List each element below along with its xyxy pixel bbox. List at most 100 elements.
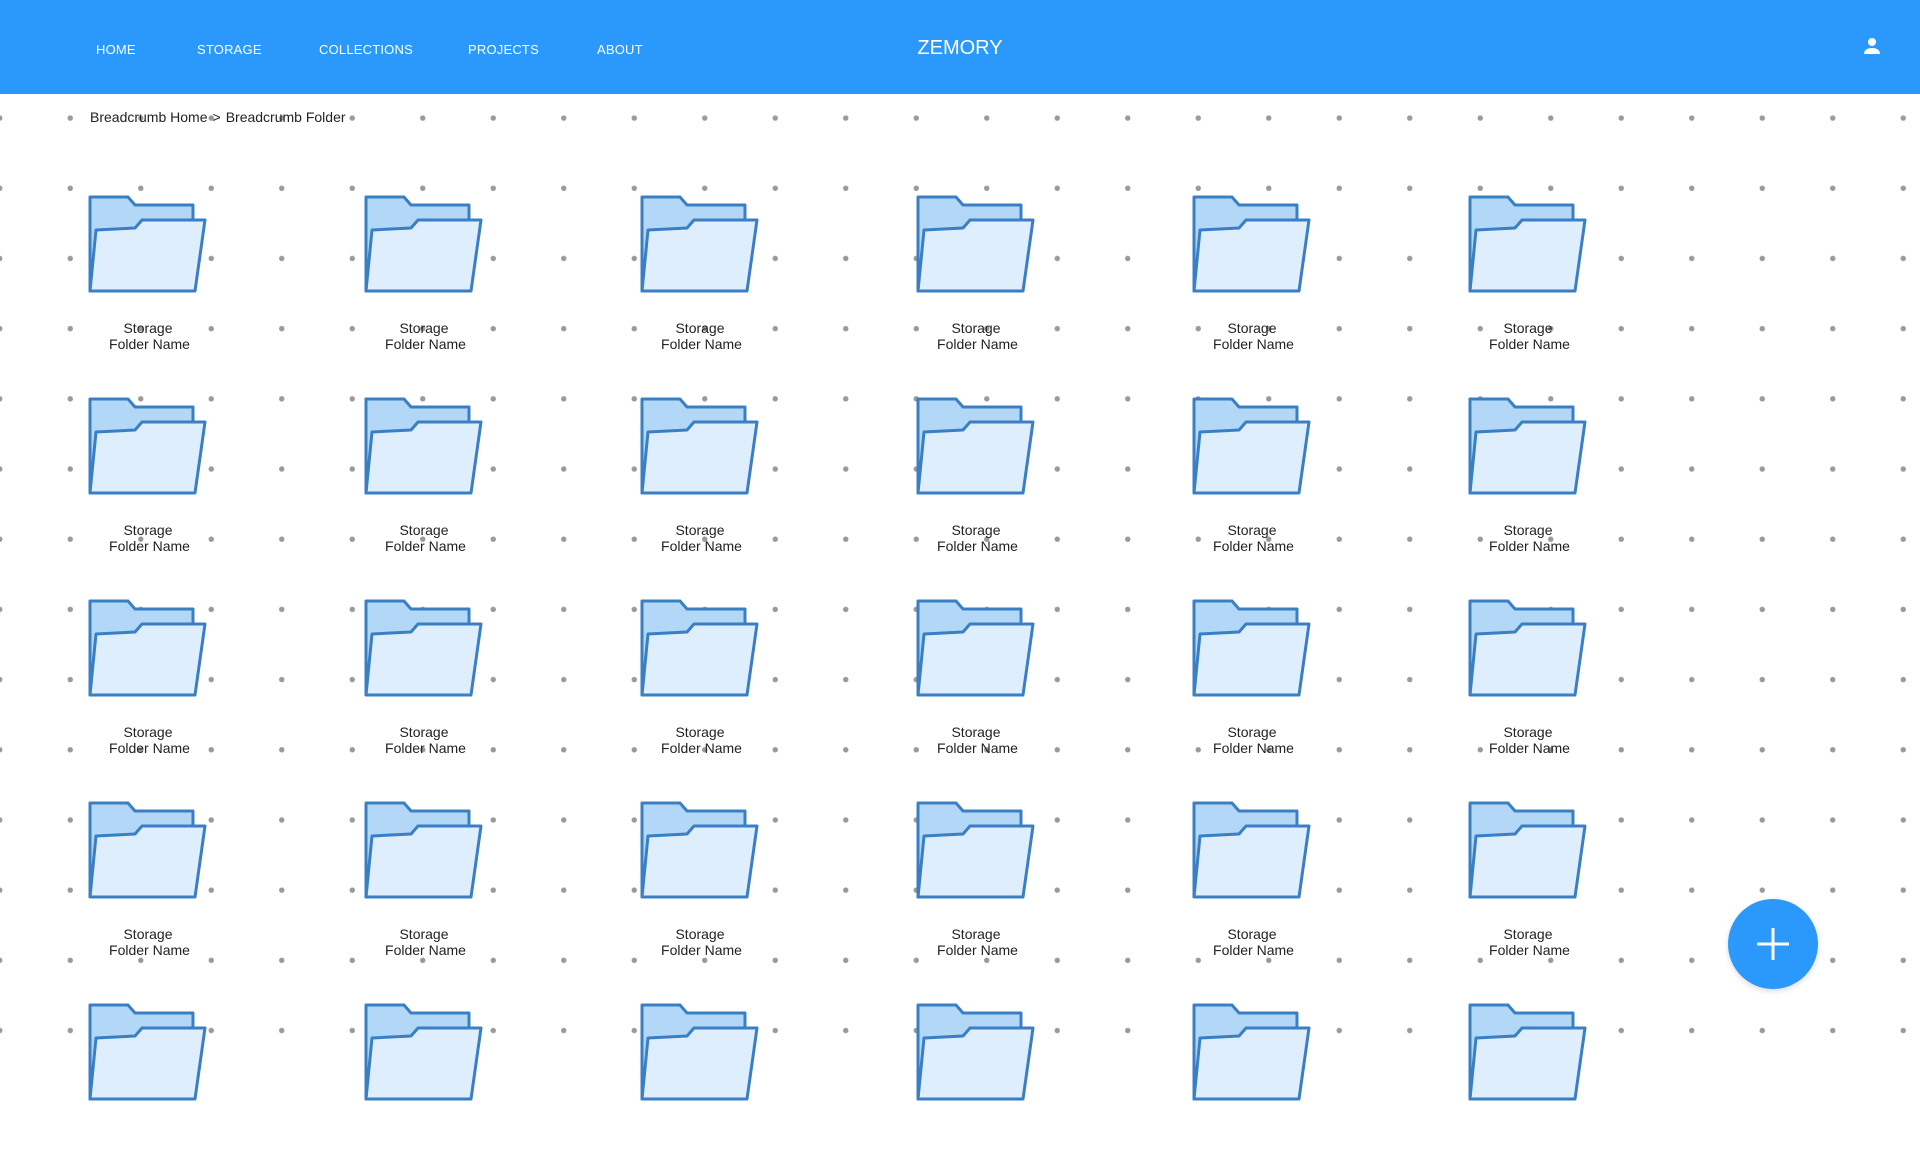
folder-open-icon: [640, 195, 759, 293]
folder-label-line2: Folder Name: [1213, 740, 1294, 756]
folder-label-line2: Folder Name: [661, 740, 742, 756]
folder-open-icon: [1468, 397, 1587, 495]
folder-label-line2: Folder Name: [109, 538, 190, 554]
folder-label-line1: Storage: [1503, 522, 1553, 538]
folder-label: Storage Folder Name: [33, 522, 263, 554]
storage-folder[interactable]: Storage Folder Name: [585, 195, 759, 365]
folder-label-line1: Storage: [951, 522, 1001, 538]
folder-label-line2: Folder Name: [1489, 336, 1570, 352]
folder-label-line1: Storage: [951, 320, 1001, 336]
storage-folder[interactable]: Storage Folder Name: [1413, 195, 1587, 365]
folder-label: Storage Folder Name: [1413, 926, 1643, 958]
folder-open-icon: [1468, 195, 1587, 293]
folder-open-icon: [1192, 397, 1311, 495]
folder-label: Storage Folder Name: [1137, 926, 1367, 958]
folder-label-line2: Folder Name: [109, 336, 190, 352]
folder-label-line2: Folder Name: [661, 942, 742, 958]
storage-folder[interactable]: Storage Folder Name: [309, 397, 483, 567]
folder-open-icon: [88, 1003, 207, 1101]
folder-open-icon: [88, 801, 207, 899]
folder-open-icon: [1192, 1003, 1311, 1101]
storage-folder[interactable]: Storage Folder Name: [585, 397, 759, 567]
folder-label: Storage Folder Name: [585, 926, 815, 958]
storage-folder[interactable]: Storage Folder Name: [861, 397, 1035, 567]
add-button[interactable]: [1728, 899, 1818, 989]
storage-folder[interactable]: Storage Folder Name: [33, 801, 207, 971]
storage-folder[interactable]: Storage Folder Name: [861, 801, 1035, 971]
folder-open-icon: [364, 397, 483, 495]
storage-folder[interactable]: Storage Folder Name: [1137, 397, 1311, 567]
folder-label: Storage Folder Name: [309, 320, 539, 352]
folder-label: Storage Folder Name: [585, 522, 815, 554]
storage-folder[interactable]: [309, 1003, 483, 1173]
folder-label-line1: Storage: [951, 724, 1001, 740]
storage-folder[interactable]: [1413, 1003, 1587, 1173]
folder-label-line2: Folder Name: [1489, 942, 1570, 958]
folder-label-line1: Storage: [1227, 926, 1277, 942]
storage-folder[interactable]: Storage Folder Name: [1137, 195, 1311, 365]
folder-label-line1: Storage: [1227, 320, 1277, 336]
folder-label: Storage Folder Name: [33, 320, 263, 352]
folder-label: Storage Folder Name: [585, 320, 815, 352]
folder-label: Storage Folder Name: [309, 522, 539, 554]
folder-open-icon: [640, 1003, 759, 1101]
storage-folder[interactable]: Storage Folder Name: [309, 195, 483, 365]
storage-folder[interactable]: Storage Folder Name: [309, 599, 483, 769]
folder-open-icon: [88, 599, 207, 697]
folder-label-line2: Folder Name: [661, 538, 742, 554]
storage-folder[interactable]: Storage Folder Name: [1413, 801, 1587, 971]
folder-open-icon: [916, 397, 1035, 495]
folder-label-line1: Storage: [123, 320, 173, 336]
folder-label: Storage Folder Name: [1413, 724, 1643, 756]
storage-folder[interactable]: Storage Folder Name: [585, 801, 759, 971]
folder-label-line2: Folder Name: [385, 336, 466, 352]
storage-folder[interactable]: Storage Folder Name: [33, 397, 207, 567]
storage-folder[interactable]: [861, 1003, 1035, 1173]
folder-label-line1: Storage: [1503, 724, 1553, 740]
folder-open-icon: [916, 1003, 1035, 1101]
folder-open-icon: [640, 397, 759, 495]
folder-label: Storage Folder Name: [861, 320, 1091, 352]
storage-folder[interactable]: Storage Folder Name: [1137, 599, 1311, 769]
folder-label: Storage Folder Name: [1137, 724, 1367, 756]
storage-folder[interactable]: [585, 1003, 759, 1173]
folder-label-line2: Folder Name: [937, 740, 1018, 756]
folder-label-line1: Storage: [951, 926, 1001, 942]
folder-label: Storage Folder Name: [1137, 522, 1367, 554]
folder-label-line1: Storage: [1227, 724, 1277, 740]
folder-open-icon: [1192, 599, 1311, 697]
folder-label-line2: Folder Name: [1213, 336, 1294, 352]
folder-label-line1: Storage: [399, 926, 449, 942]
folder-open-icon: [364, 801, 483, 899]
folder-label: Storage Folder Name: [309, 724, 539, 756]
storage-folder[interactable]: Storage Folder Name: [33, 599, 207, 769]
folder-open-icon: [1468, 599, 1587, 697]
storage-folder[interactable]: Storage Folder Name: [861, 599, 1035, 769]
folder-label-line2: Folder Name: [661, 336, 742, 352]
folder-open-icon: [364, 1003, 483, 1101]
storage-folder[interactable]: Storage Folder Name: [585, 599, 759, 769]
folder-open-icon: [88, 195, 207, 293]
folder-grid: Storage Folder Name Storage Folder Name Stor…: [0, 0, 1920, 1101]
storage-folder[interactable]: Storage Folder Name: [861, 195, 1035, 365]
folder-label-line2: Folder Name: [1489, 538, 1570, 554]
folder-label: Storage Folder Name: [861, 926, 1091, 958]
storage-folder[interactable]: [33, 1003, 207, 1173]
storage-folder[interactable]: [1137, 1003, 1311, 1173]
folder-label: Storage Folder Name: [309, 926, 539, 958]
storage-folder[interactable]: Storage Folder Name: [309, 801, 483, 971]
folder-label-line1: Storage: [123, 926, 173, 942]
storage-folder[interactable]: Storage Folder Name: [33, 195, 207, 365]
folder-label-line1: Storage: [675, 926, 725, 942]
storage-folder[interactable]: Storage Folder Name: [1413, 397, 1587, 567]
storage-folder[interactable]: Storage Folder Name: [1137, 801, 1311, 971]
folder-label-line1: Storage: [675, 320, 725, 336]
folder-label: Storage Folder Name: [861, 522, 1091, 554]
folder-open-icon: [1192, 195, 1311, 293]
folder-label: Storage Folder Name: [861, 724, 1091, 756]
folder-label-line2: Folder Name: [937, 942, 1018, 958]
folder-label-line2: Folder Name: [1213, 942, 1294, 958]
storage-folder[interactable]: Storage Folder Name: [1413, 599, 1587, 769]
folder-label-line1: Storage: [123, 724, 173, 740]
folder-label-line1: Storage: [675, 522, 725, 538]
